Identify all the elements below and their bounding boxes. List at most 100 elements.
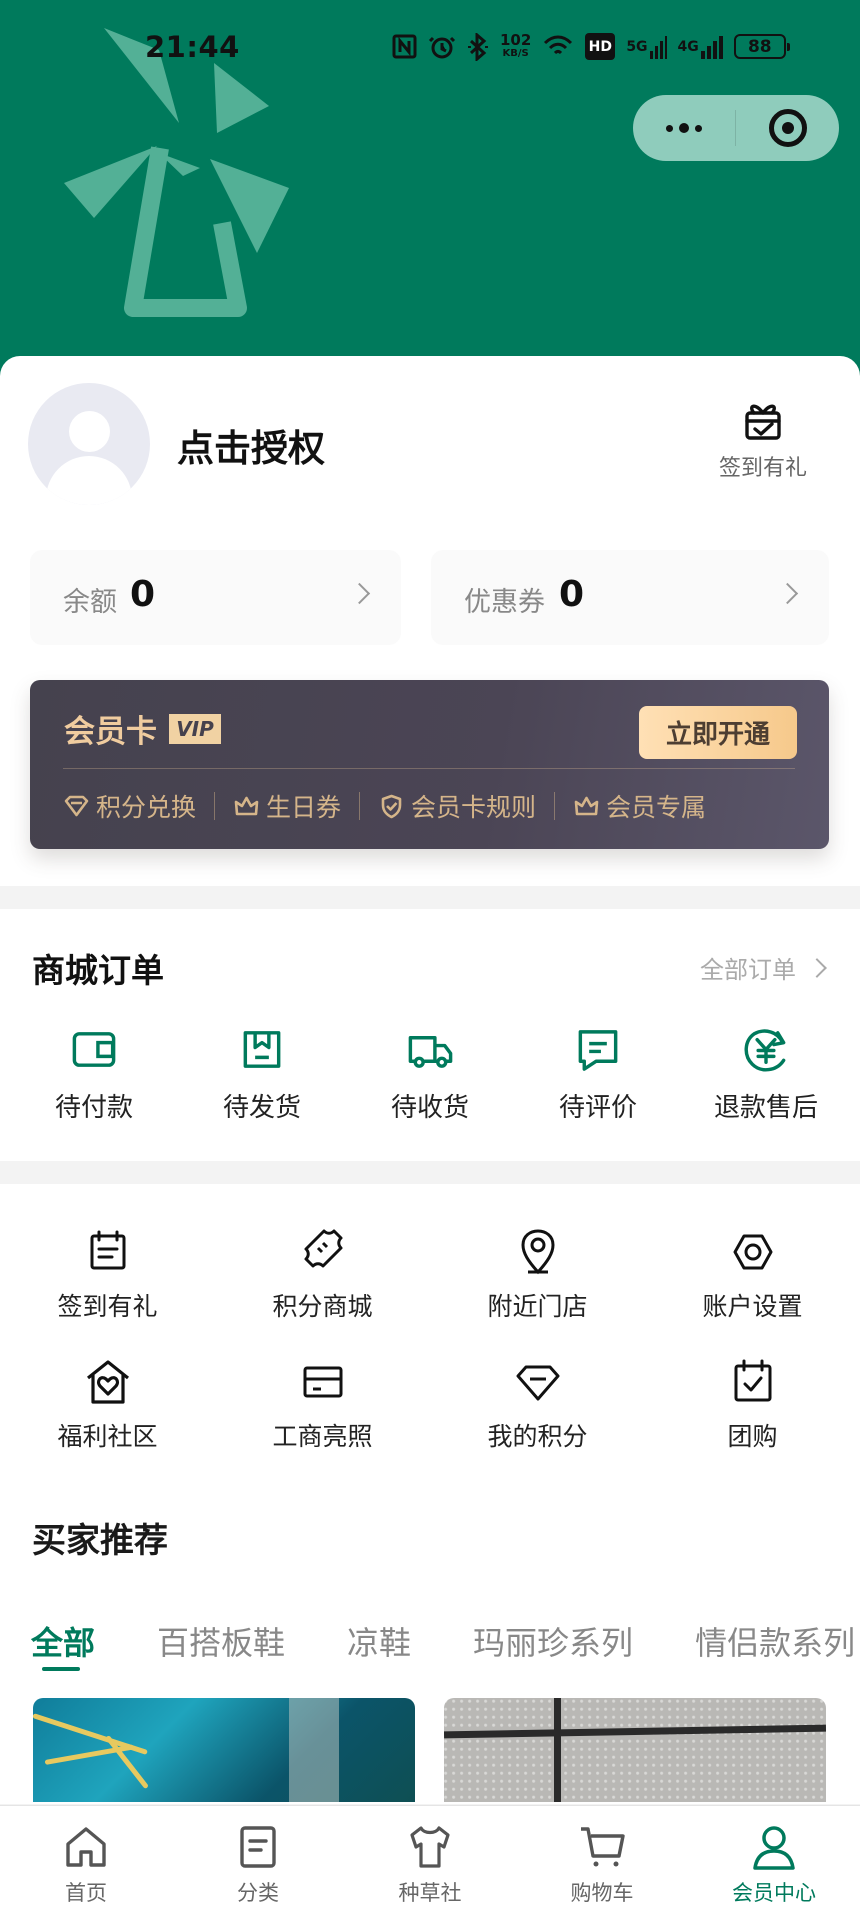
order-pending-payment[interactable]: 待付款	[19, 1024, 169, 1124]
chevron-right-icon	[348, 582, 371, 605]
service-nearby-stores[interactable]: 附近门店	[430, 1227, 645, 1327]
points-diamond-icon	[516, 1365, 559, 1401]
package-icon	[243, 1031, 281, 1068]
order-to-receive[interactable]: 待收货	[355, 1024, 505, 1124]
signin-gift-button[interactable]: 签到有礼	[708, 400, 818, 500]
more-dots-icon[interactable]	[633, 95, 735, 161]
cart-icon	[581, 1827, 625, 1867]
product-door-decoration	[289, 1698, 339, 1802]
crown-outline-icon	[234, 796, 259, 815]
status-icons: 102 KB/S HD 5G 4G 88	[392, 30, 790, 61]
avatar-body-shape	[46, 456, 132, 505]
calendar-check-icon	[734, 1359, 771, 1402]
crown-outline-icon	[574, 796, 599, 815]
nav-home[interactable]: 首页	[0, 1806, 172, 1920]
vip-feature-separator	[554, 792, 556, 820]
nav-member-center[interactable]: 会员中心	[688, 1806, 860, 1920]
service-business-license[interactable]: 工商亮照	[215, 1357, 430, 1457]
all-orders-link[interactable]: 全部订单	[700, 950, 827, 985]
shield-check-icon	[381, 794, 402, 818]
mall-orders-section: 商城订单 全部订单 待付款 待发货 待收货 待评价 退款售后	[0, 909, 860, 1161]
member-profile-card: 点击授权 签到有礼 余额 0 优惠券 0 会员卡 VIP 立即开通 积分兑换 生…	[0, 356, 860, 886]
order-refund-service[interactable]: 退款售后	[691, 1024, 841, 1124]
tab-mary-jane[interactable]: 玛丽珍系列	[473, 1618, 633, 1678]
member-center-page: 21:44 102 KB/S HD 5G 4G 88 点击授权 签到有礼 余额 …	[0, 0, 860, 1920]
open-vip-button[interactable]: 立即开通	[639, 706, 797, 759]
vip-feature-birthday[interactable]: 生日券	[233, 786, 341, 826]
ticket-icon	[304, 1229, 342, 1268]
vip-feature-exclusive[interactable]: 会员专属	[573, 786, 706, 826]
avatar[interactable]	[28, 383, 150, 505]
network-speed: 102 KB/S	[500, 30, 532, 59]
refund-yen-icon	[744, 1029, 786, 1072]
service-my-points[interactable]: 我的积分	[430, 1357, 645, 1457]
service-signin[interactable]: 签到有礼	[0, 1227, 215, 1327]
bluetooth-icon	[467, 32, 489, 61]
coupon-label: 优惠券	[464, 587, 545, 618]
chevron-right-icon	[776, 582, 799, 605]
tab-all[interactable]: 全部	[31, 1618, 95, 1678]
order-to-review[interactable]: 待评价	[523, 1024, 673, 1124]
balance-value: 0	[130, 574, 156, 615]
coupon-card[interactable]: 优惠券 0	[431, 550, 829, 645]
tile-line	[554, 1698, 561, 1802]
authorize-link[interactable]: 点击授权	[177, 418, 325, 472]
order-to-ship[interactable]: 待发货	[187, 1024, 337, 1124]
vip-feature-separator	[214, 792, 216, 820]
target-close-icon[interactable]	[736, 95, 839, 161]
card-icon	[303, 1366, 342, 1398]
vip-feature-rules[interactable]: 会员卡规则	[378, 786, 536, 826]
recommend-title: 买家推荐	[32, 1521, 168, 1561]
settings-hex-icon	[733, 1234, 772, 1270]
avatar-head-shape	[69, 411, 110, 452]
wifi-icon	[542, 33, 574, 60]
recommended-product-image[interactable]	[33, 1698, 415, 1802]
home-icon	[66, 1827, 106, 1867]
recommend-tabs: 全部 百搭板鞋 凉鞋 玛丽珍系列 情侣款系列	[31, 1618, 860, 1678]
service-shortcuts: 签到有礼 积分商城 附近门店 账户设置 福利社区 工商亮照 我的积分 团购	[0, 1184, 860, 1484]
hd-icon: HD	[585, 33, 616, 60]
nfc-icon	[392, 33, 417, 60]
vip-feature-list: 积分兑换 生日券 会员卡规则 会员专属	[63, 786, 803, 826]
balance-card[interactable]: 余额 0	[30, 550, 401, 645]
category-list-icon	[240, 1826, 276, 1868]
orders-title: 商城订单	[32, 951, 164, 990]
nav-grass-club[interactable]: 种草社	[344, 1806, 516, 1920]
location-pin-icon	[520, 1229, 555, 1275]
tile-line	[444, 1724, 826, 1739]
signin-label: 签到有礼	[718, 456, 807, 481]
service-group-buy[interactable]: 团购	[645, 1357, 860, 1457]
message-icon	[578, 1030, 618, 1071]
service-welfare-community[interactable]: 福利社区	[0, 1357, 215, 1457]
vip-feature-points[interactable]: 积分兑换	[63, 786, 196, 826]
service-account-settings[interactable]: 账户设置	[645, 1227, 860, 1327]
user-icon	[753, 1826, 795, 1870]
tab-couple-series[interactable]: 情侣款系列	[695, 1618, 855, 1678]
truck-icon	[408, 1036, 453, 1068]
vip-card-title: 会员卡	[64, 714, 157, 750]
vip-member-card: 会员卡 VIP 立即开通 积分兑换 生日券 会员卡规则 会员专属	[30, 680, 829, 849]
coupon-value: 0	[559, 574, 585, 615]
nav-cart[interactable]: 购物车	[516, 1806, 688, 1920]
calendar-note-icon	[90, 1230, 125, 1270]
member-header: 21:44 102 KB/S HD 5G 4G 88	[0, 0, 860, 380]
tab-board-shoes[interactable]: 百搭板鞋	[157, 1618, 285, 1678]
tab-sandals[interactable]: 凉鞋	[347, 1618, 411, 1678]
signal-4g-icon: 4G	[678, 33, 723, 60]
vip-divider	[63, 768, 795, 769]
bottom-navigation: 首页 分类 种草社 购物车 会员中心	[0, 1805, 860, 1920]
heart-house-icon	[86, 1360, 129, 1404]
order-status-list: 待付款 待发货 待收货 待评价 退款售后	[0, 1024, 860, 1124]
tshirt-icon	[410, 1826, 450, 1868]
vip-badge: VIP	[169, 714, 221, 744]
gift-check-icon	[745, 404, 781, 440]
vip-feature-separator	[359, 792, 361, 820]
service-grid: 签到有礼 积分商城 附近门店 账户设置 福利社区 工商亮照 我的积分 团购	[0, 1227, 860, 1457]
recommended-product-image[interactable]	[444, 1698, 826, 1802]
status-time: 21:44	[145, 30, 240, 64]
chevron-right-icon	[807, 957, 827, 978]
balance-label: 余额	[63, 587, 117, 618]
nav-category[interactable]: 分类	[172, 1806, 344, 1920]
diamond-outline-icon	[64, 795, 89, 816]
service-points-mall[interactable]: 积分商城	[215, 1227, 430, 1327]
